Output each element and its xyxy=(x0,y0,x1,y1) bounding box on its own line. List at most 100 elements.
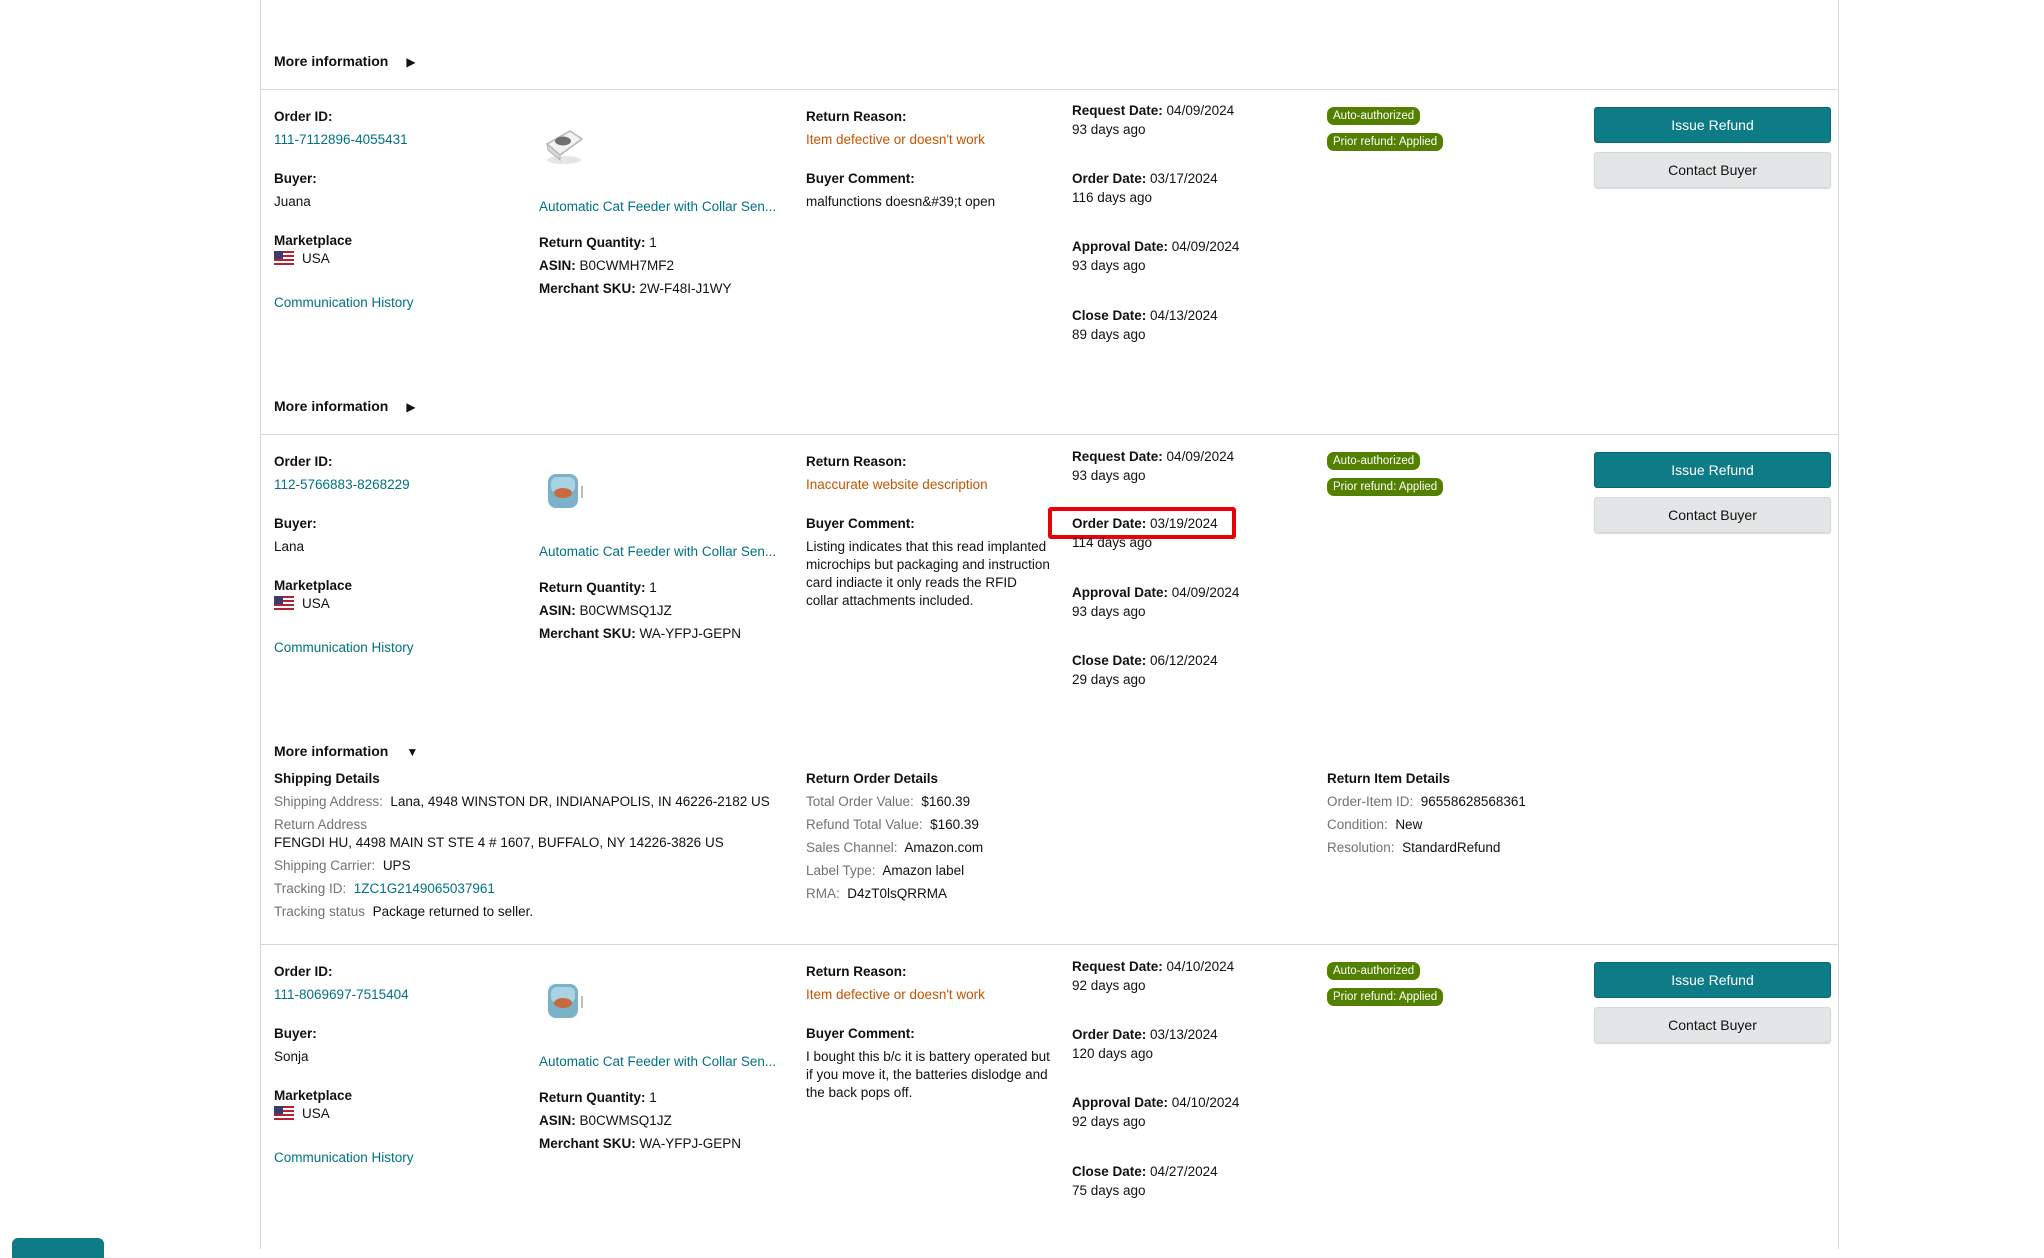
resolution: Resolution: StandardRefund xyxy=(1327,840,1500,855)
more-information-label: More information xyxy=(274,743,389,759)
merchant-sku-value: 2W-F48I-J1WY xyxy=(639,281,732,296)
product-title-link[interactable]: Automatic Cat Feeder with Collar Sen... xyxy=(539,544,776,559)
marketplace-label: Marketplace xyxy=(274,233,353,248)
order-id-label: Order ID: xyxy=(274,109,333,124)
approval-days-ago: 93 days ago xyxy=(1072,258,1146,273)
contact-buyer-button[interactable]: Contact Buyer xyxy=(1594,152,1831,188)
rma: RMA: D4zT0lsQRRMA xyxy=(806,886,947,901)
order-id-link[interactable]: 111-8069697-7515404 xyxy=(274,987,409,1002)
close-days-ago: 29 days ago xyxy=(1072,672,1146,687)
prior-refund-badge: Prior refund: Applied xyxy=(1327,133,1444,151)
close-days-ago: 89 days ago xyxy=(1072,327,1146,342)
more-information-toggle-2[interactable]: More information ▼ xyxy=(274,743,418,759)
buyer-comment-text: Listing indicates that this read implant… xyxy=(806,539,1050,608)
return-reason-value: Inaccurate website description xyxy=(806,477,988,492)
communication-history-link[interactable]: Communication History xyxy=(274,1150,414,1165)
more-information-toggle-0[interactable]: More information ▶ xyxy=(274,53,416,69)
request-date: Request Date: 04/09/2024 xyxy=(1072,103,1234,118)
order-date: Order Date: 03/17/2024 xyxy=(1072,171,1218,186)
asin-label: ASIN: xyxy=(539,1113,576,1128)
asin: ASIN: B0CWMH7MF2 xyxy=(539,258,674,273)
return-quantity: Return Quantity: 1 xyxy=(539,235,657,250)
request-days-ago: 92 days ago xyxy=(1072,978,1146,993)
order-id-link[interactable]: 112-5766883-8268229 xyxy=(274,477,410,492)
order-days-ago: 114 days ago xyxy=(1072,535,1153,550)
order-date-value: 03/19/2024 xyxy=(1150,516,1218,531)
shipping-carrier: Shipping Carrier: UPS xyxy=(274,858,411,873)
buyer-comment-label: Buyer Comment: xyxy=(806,1026,915,1041)
order-date: Order Date: 03/19/2024 xyxy=(1072,516,1218,531)
request-date-label: Request Date: xyxy=(1072,959,1163,974)
product-title-link[interactable]: Automatic Cat Feeder with Collar Sen... xyxy=(539,1054,776,1069)
contact-buyer-button[interactable]: Contact Buyer xyxy=(1594,1007,1831,1043)
product-title-link[interactable]: Automatic Cat Feeder with Collar Sen... xyxy=(539,199,776,214)
return-order-details-title: Return Order Details xyxy=(806,771,939,786)
approval-date-value: 04/09/2024 xyxy=(1171,585,1240,600)
label-type-label: Label Type: xyxy=(806,863,876,878)
order-date-value: 03/17/2024 xyxy=(1150,171,1218,186)
request-date: Request Date: 04/10/2024 xyxy=(1072,959,1234,974)
row-divider xyxy=(261,944,1838,945)
shipping-details-title: Shipping Details xyxy=(274,771,380,786)
product-thumbnail[interactable] xyxy=(540,466,588,514)
resolution-label: Resolution: xyxy=(1327,840,1395,855)
label-type-value: Amazon label xyxy=(882,863,965,878)
total-order-value: Total Order Value: $160.39 xyxy=(806,794,970,809)
return-reason-label: Return Reason: xyxy=(806,454,907,469)
total-order-value-value: $160.39 xyxy=(921,794,971,809)
shipping-carrier-value: UPS xyxy=(382,858,411,873)
marketplace-country: USA xyxy=(302,596,330,611)
tracking-id-label: Tracking ID: xyxy=(274,881,347,896)
buyer-name: Juana xyxy=(274,194,311,209)
feedback-tab[interactable] xyxy=(12,1238,104,1258)
merchant-sku-value: WA-YFPJ-GEPN xyxy=(639,1136,742,1151)
sales-channel-value: Amazon.com xyxy=(904,840,984,855)
us-flag-icon xyxy=(274,1106,294,1120)
product-thumbnail[interactable] xyxy=(540,976,588,1024)
returns-list: More information ▶ Order ID: 111-7112896-… xyxy=(260,0,1839,1249)
auto-authorized-badge: Auto-authorized xyxy=(1327,962,1421,980)
asin-value: B0CWMSQ1JZ xyxy=(579,603,672,618)
order-id-label: Order ID: xyxy=(274,454,333,469)
issue-refund-button[interactable]: Issue Refund xyxy=(1594,452,1831,488)
row-divider xyxy=(261,89,1838,90)
communication-history-link[interactable]: Communication History xyxy=(274,295,414,310)
issue-refund-button[interactable]: Issue Refund xyxy=(1594,107,1831,143)
more-information-label: More information xyxy=(274,398,389,414)
order-id-link[interactable]: 111-7112896-4055431 xyxy=(274,132,408,147)
prior-refund-badge: Prior refund: Applied xyxy=(1327,988,1444,1006)
order-date-value: 03/13/2024 xyxy=(1150,1027,1218,1042)
request-date-value: 04/09/2024 xyxy=(1166,103,1235,118)
approval-date: Approval Date: 04/09/2024 xyxy=(1072,239,1239,254)
order-days-ago: 120 days ago xyxy=(1072,1046,1154,1061)
return-quantity-label: Return Quantity: xyxy=(539,1090,646,1105)
shipping-address-value: Lana, 4948 WINSTON DR, INDIANAPOLIS, IN … xyxy=(390,794,770,809)
return-quantity-value: 1 xyxy=(649,580,657,595)
approval-days-ago: 92 days ago xyxy=(1072,1114,1146,1129)
contact-buyer-button[interactable]: Contact Buyer xyxy=(1594,497,1831,533)
condition-value: New xyxy=(1395,817,1423,832)
approval-days-ago: 93 days ago xyxy=(1072,604,1146,619)
triangle-down-icon: ▼ xyxy=(406,745,419,759)
marketplace-value: USA xyxy=(274,1106,330,1121)
product-thumbnail[interactable] xyxy=(540,122,588,170)
asin: ASIN: B0CWMSQ1JZ xyxy=(539,1113,672,1128)
buyer-comment-label: Buyer Comment: xyxy=(806,171,915,186)
tracking-status: Tracking status Package returned to sell… xyxy=(274,904,533,919)
approval-date-label: Approval Date: xyxy=(1072,585,1169,600)
sales-channel-label: Sales Channel: xyxy=(806,840,898,855)
merchant-sku-label: Merchant SKU: xyxy=(539,1136,636,1151)
more-information-toggle-1[interactable]: More information ▶ xyxy=(274,398,416,414)
buyer-comment-text: I bought this b/c it is battery operated… xyxy=(806,1049,1050,1100)
request-date-value: 04/10/2024 xyxy=(1166,959,1235,974)
communication-history-link[interactable]: Communication History xyxy=(274,640,414,655)
approval-date-label: Approval Date: xyxy=(1072,239,1169,254)
order-item-id-label: Order-Item ID: xyxy=(1327,794,1414,809)
approval-date-label: Approval Date: xyxy=(1072,1095,1169,1110)
approval-date: Approval Date: 04/09/2024 xyxy=(1072,585,1239,600)
issue-refund-button[interactable]: Issue Refund xyxy=(1594,962,1831,998)
return-quantity: Return Quantity: 1 xyxy=(539,1090,657,1105)
tracking-id-link[interactable]: 1ZC1G2149065037961 xyxy=(354,881,495,896)
triangle-right-icon: ▶ xyxy=(406,400,416,414)
order-date: Order Date: 03/13/2024 xyxy=(1072,1027,1218,1042)
